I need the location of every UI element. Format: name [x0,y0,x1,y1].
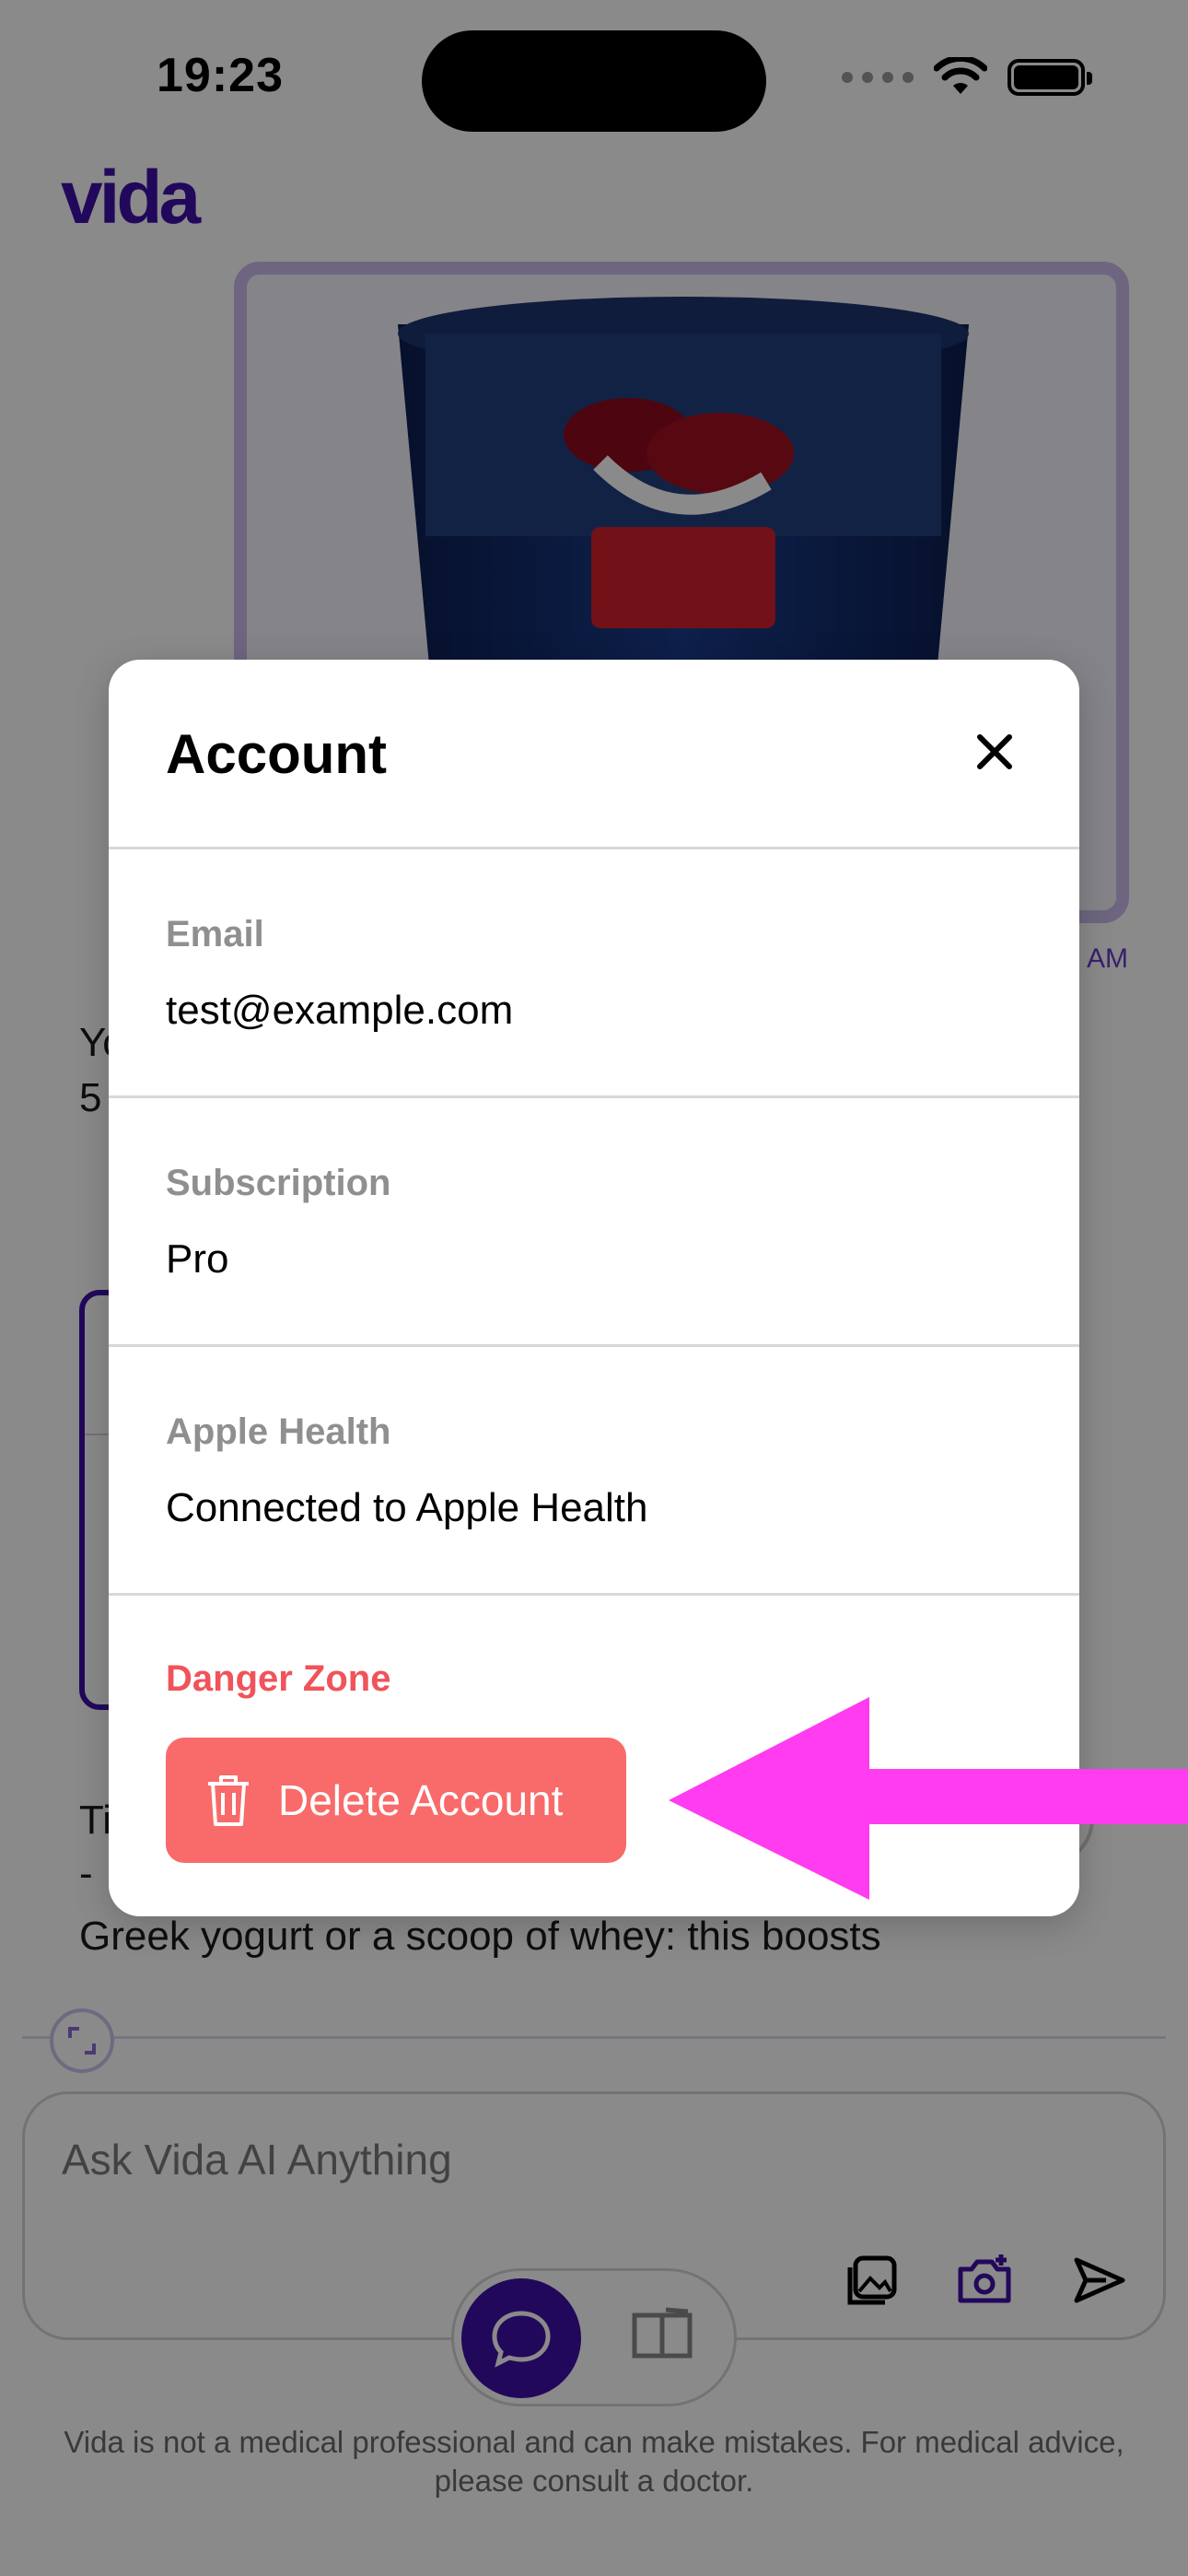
close-icon [977,734,1012,769]
subscription-value: Pro [166,1236,229,1282]
apple-health-section: Apple Health Connected to Apple Health [109,1347,1079,1596]
email-value: test@example.com [166,988,514,1033]
email-section: Email test@example.com [109,849,1079,1098]
modal-title: Account [166,723,387,785]
trash-icon [208,1775,249,1826]
danger-zone-label: Danger Zone [166,1658,391,1699]
apple-health-value: Connected to Apple Health [166,1485,648,1530]
apple-health-label: Apple Health [166,1411,391,1452]
subscription-label: Subscription [166,1163,391,1203]
annotation-arrow-icon [669,1697,1188,1900]
app-screen: 19:23 vida AM Yo 5 Ti - Greek yogurt or … [0,0,1188,2576]
email-label: Email [166,914,264,954]
delete-account-label: Delete Account [278,1776,564,1824]
delete-account-button[interactable]: Delete Account [166,1738,626,1863]
close-button[interactable] [967,724,1022,779]
subscription-section: Subscription Pro [109,1098,1079,1347]
modal-header: Account [109,660,1079,849]
